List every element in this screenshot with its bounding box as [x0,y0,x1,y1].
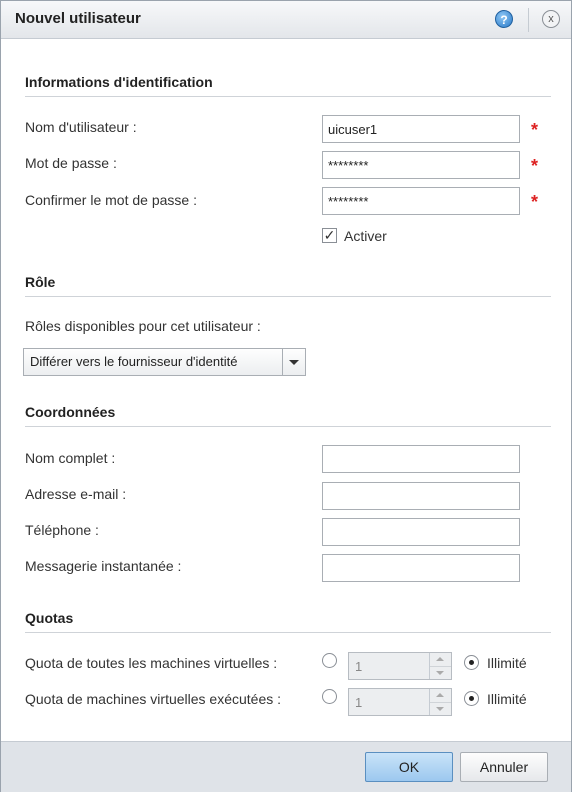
close-icon[interactable]: x [542,10,560,28]
dialog-titlebar: Nouvel utilisateur ? x [1,1,571,39]
im-label: Messagerie instantanée : [25,558,182,574]
chevron-down-icon[interactable] [430,666,451,680]
all-vms-quota-label: Quota de toutes les machines virtuelles … [25,655,278,671]
chevron-down-icon[interactable] [282,349,305,375]
phone-input[interactable] [322,518,520,546]
titlebar-divider [528,8,529,32]
all-vms-quota-radio[interactable] [322,653,337,668]
confirm-password-label: Confirmer le mot de passe : [25,192,197,208]
help-icon[interactable]: ? [495,10,513,28]
all-vms-quota-spinner[interactable]: 1 [348,652,452,680]
required-marker: * [531,120,539,140]
all-vms-quota-value: 1 [355,659,363,674]
password-input[interactable] [322,151,520,179]
username-input[interactable] [322,115,520,143]
phone-label: Téléphone : [25,522,99,538]
fullname-label: Nom complet : [25,450,116,466]
cancel-button[interactable]: Annuler [460,752,548,782]
chevron-up-icon[interactable] [430,653,451,666]
role-select-value: Différer vers le fournisseur d'identité [30,354,238,369]
activate-label: Activer [344,228,387,244]
required-marker: * [531,156,539,176]
running-vms-quota-spinner[interactable]: 1 [348,688,452,716]
new-user-dialog: Nouvel utilisateur ? x Informations d'id… [0,0,572,792]
all-vms-unlimited-radio[interactable] [464,655,479,670]
running-vms-unlimited-radio[interactable] [464,691,479,706]
required-marker: * [531,192,539,212]
chevron-up-icon[interactable] [430,689,451,702]
available-roles-label: Rôles disponibles pour cet utilisateur : [25,318,261,334]
section-quotas-heading: Quotas [25,610,551,633]
email-input[interactable] [322,482,520,510]
running-vms-unlimited-label: Illimité [487,691,527,707]
email-label: Adresse e-mail : [25,486,127,502]
ok-button[interactable]: OK [365,752,453,782]
spinner-arrows[interactable] [429,689,451,715]
im-input[interactable] [322,554,520,582]
username-label: Nom d'utilisateur : [25,119,137,135]
role-select[interactable]: Différer vers le fournisseur d'identité [23,348,306,376]
section-contact-heading: Coordonnées [25,404,551,427]
running-vms-quota-value: 1 [355,695,363,710]
fullname-input[interactable] [322,445,520,473]
password-label: Mot de passe : [25,155,117,171]
section-role-heading: Rôle [25,274,551,297]
all-vms-unlimited-label: Illimité [487,655,527,671]
confirm-password-input[interactable] [322,187,520,215]
spinner-arrows[interactable] [429,653,451,679]
section-credentials-heading: Informations d'identification [25,74,551,97]
running-vms-quota-radio[interactable] [322,689,337,704]
running-vms-quota-label: Quota de machines virtuelles exécutées : [25,691,282,707]
dialog-footer: OK Annuler [1,741,571,792]
chevron-down-icon[interactable] [430,702,451,716]
dialog-title: Nouvel utilisateur [15,10,141,27]
activate-checkbox[interactable]: ✓ [322,228,337,243]
